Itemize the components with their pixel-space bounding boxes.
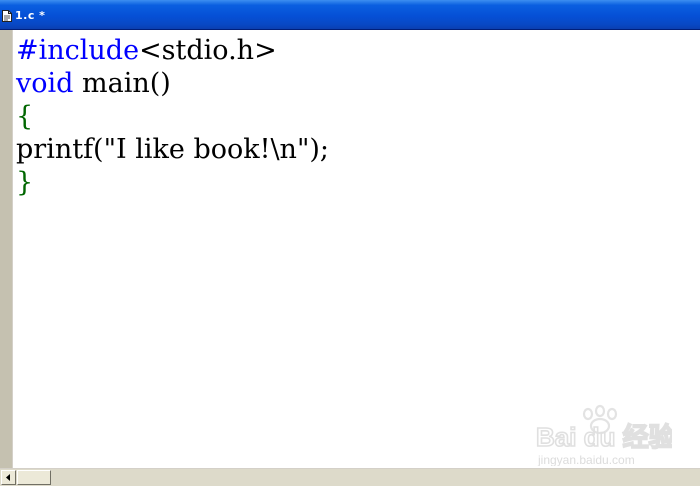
code-editor[interactable]: #include<stdio.h> void main(){printf("I l…	[0, 30, 700, 468]
horizontal-scrollbar[interactable]	[0, 468, 700, 486]
code-keyword: void	[16, 68, 74, 99]
document-title-bar[interactable]: 1.c *	[0, 0, 700, 30]
arrow-left-icon	[6, 474, 10, 481]
editor-window: 1.c * #include<stdio.h> void main(){print…	[0, 0, 700, 486]
code-text: <stdio.h>	[139, 35, 277, 66]
code-text: printf("I like book!\n");	[16, 134, 329, 165]
document-title: 1.c *	[15, 9, 46, 22]
baidu-jingyan-watermark: Bai du 经验 jingyan.baidu.com	[535, 404, 672, 466]
code-brace: {	[16, 101, 34, 132]
watermark-brand: Bai du 经验	[536, 422, 672, 452]
source-code[interactable]: #include<stdio.h> void main(){printf("I l…	[16, 34, 329, 199]
scroll-thumb[interactable]	[17, 470, 51, 485]
code-line[interactable]: printf("I like book!\n");	[16, 133, 329, 166]
document-icon	[2, 10, 12, 22]
editor-gutter	[0, 30, 13, 468]
watermark-url: jingyan.baidu.com	[537, 453, 635, 466]
code-line[interactable]: void main()	[16, 67, 329, 100]
code-text: main()	[73, 68, 171, 99]
code-line[interactable]: {	[16, 100, 329, 133]
code-line[interactable]: #include<stdio.h>	[16, 34, 329, 67]
code-line[interactable]: }	[16, 166, 329, 199]
code-keyword: #include	[16, 35, 140, 66]
code-brace: }	[16, 167, 34, 198]
scroll-left-button[interactable]	[1, 470, 16, 485]
